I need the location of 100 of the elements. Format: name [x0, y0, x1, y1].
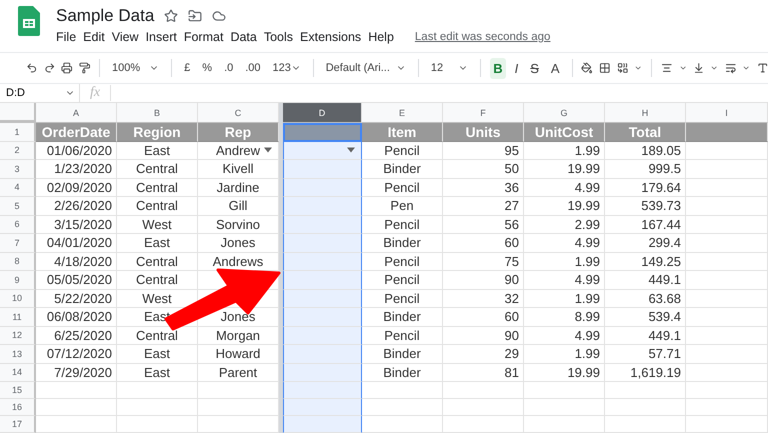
row-number[interactable]: 12: [0, 326, 36, 345]
table-cell[interactable]: 167.44: [605, 216, 686, 234]
table-cell[interactable]: [283, 382, 362, 399]
freeze-bar[interactable]: [279, 271, 283, 290]
row-number[interactable]: 5: [0, 197, 36, 216]
text-wrap-icon[interactable]: [724, 61, 736, 75]
table-cell[interactable]: [283, 290, 362, 308]
table-cell[interactable]: Binder: [362, 345, 443, 364]
table-cell[interactable]: East: [117, 234, 198, 252]
menu-item[interactable]: File: [56, 30, 82, 44]
column-header[interactable]: A: [36, 103, 117, 123]
table-cell[interactable]: Central: [117, 271, 198, 290]
borders-icon[interactable]: [598, 61, 611, 75]
table-cell[interactable]: Pencil: [362, 326, 443, 345]
table-cell[interactable]: 449.1: [605, 326, 686, 345]
number-format-dropdown[interactable]: 123: [270, 59, 304, 77]
star-icon[interactable]: [164, 9, 178, 23]
row-number[interactable]: 10: [0, 290, 36, 308]
fill-color-icon[interactable]: [581, 61, 593, 75]
table-cell[interactable]: 60: [443, 234, 524, 252]
text-color-button[interactable]: A: [548, 58, 563, 78]
table-cell[interactable]: 75: [443, 252, 524, 271]
last-edit-link[interactable]: Last edit was seconds ago: [414, 31, 550, 43]
table-cell[interactable]: Pencil: [362, 252, 443, 271]
bold-button[interactable]: B: [490, 58, 506, 78]
table-cell[interactable]: 1,619.19: [605, 364, 686, 382]
table-cell[interactable]: 3/15/2020: [36, 216, 117, 234]
table-cell[interactable]: [283, 234, 362, 252]
menu-item[interactable]: View: [112, 30, 145, 44]
table-cell[interactable]: 95: [443, 142, 524, 160]
table-cell[interactable]: [283, 252, 362, 271]
column-header[interactable]: I: [686, 103, 768, 123]
table-cell[interactable]: 1.99: [524, 345, 605, 364]
table-cell[interactable]: 32: [443, 290, 524, 308]
font-size-dropdown[interactable]: 12: [428, 59, 472, 77]
dropdown-caret-icon[interactable]: [347, 148, 355, 153]
table-cell[interactable]: 1/23/2020: [36, 160, 117, 178]
move-folder-icon[interactable]: [188, 9, 202, 23]
table-cell[interactable]: 2/26/2020: [36, 197, 117, 216]
name-box[interactable]: D:D: [0, 84, 80, 102]
header-cell[interactable]: [283, 123, 362, 142]
table-cell[interactable]: 5/22/2020: [36, 290, 117, 308]
column-header[interactable]: H: [605, 103, 686, 123]
cloud-icon[interactable]: [212, 9, 226, 23]
font-dropdown[interactable]: Default (Ari...: [322, 59, 410, 77]
column-header[interactable]: F: [443, 103, 524, 123]
table-cell[interactable]: [283, 197, 362, 216]
table-cell[interactable]: [283, 160, 362, 178]
strikethrough-button[interactable]: S: [527, 58, 542, 78]
vertical-align-icon[interactable]: [692, 61, 704, 75]
table-cell[interactable]: Pencil: [362, 178, 443, 197]
table-cell[interactable]: Central: [117, 252, 198, 271]
row-number[interactable]: 9: [0, 271, 36, 290]
row-number[interactable]: 1: [0, 123, 36, 142]
table-cell[interactable]: 299.4: [605, 234, 686, 252]
increase-decimals-button[interactable]: .00: [242, 59, 264, 77]
table-cell[interactable]: 63.68: [605, 290, 686, 308]
row-number[interactable]: 11: [0, 308, 36, 326]
table-cell[interactable]: Central: [117, 326, 198, 345]
table-cell[interactable]: [283, 178, 362, 197]
row-number[interactable]: 7: [0, 234, 36, 252]
row-number[interactable]: 4: [0, 178, 36, 197]
table-cell[interactable]: 19.99: [524, 197, 605, 216]
table-cell[interactable]: Gill: [198, 197, 279, 216]
table-cell[interactable]: [283, 216, 362, 234]
table-cell[interactable]: Pencil: [362, 142, 443, 160]
row-number[interactable]: 14: [0, 364, 36, 382]
table-cell[interactable]: Binder: [362, 234, 443, 252]
table-cell[interactable]: 1.99: [524, 252, 605, 271]
table-cell[interactable]: Jardine: [198, 178, 279, 197]
table-cell[interactable]: 19.99: [524, 364, 605, 382]
table-cell[interactable]: 29: [443, 345, 524, 364]
table-cell[interactable]: [283, 345, 362, 364]
table-cell[interactable]: 4.99: [524, 234, 605, 252]
table-cell[interactable]: 1.99: [524, 142, 605, 160]
table-cell[interactable]: 05/05/2020: [36, 271, 117, 290]
table-cell[interactable]: 6/25/2020: [36, 326, 117, 345]
table-cell[interactable]: 4/18/2020: [36, 252, 117, 271]
table-cell[interactable]: 57.71: [605, 345, 686, 364]
table-cell[interactable]: West: [117, 216, 198, 234]
document-title[interactable]: Sample Data: [56, 6, 154, 26]
table-cell[interactable]: 4.99: [524, 178, 605, 197]
table-cell[interactable]: Pencil: [362, 216, 443, 234]
table-cell[interactable]: East: [117, 345, 198, 364]
print-icon[interactable]: [61, 61, 73, 75]
column-header[interactable]: E: [362, 103, 443, 123]
paint-format-icon[interactable]: [78, 61, 90, 75]
table-cell[interactable]: 07/12/2020: [36, 345, 117, 364]
table-cell[interactable]: 4.99: [524, 271, 605, 290]
row-number[interactable]: 8: [0, 252, 36, 271]
undo-icon[interactable]: [26, 61, 38, 75]
table-cell[interactable]: West: [117, 290, 198, 308]
table-cell[interactable]: Pen: [362, 197, 443, 216]
table-cell[interactable]: 50: [443, 160, 524, 178]
table-cell[interactable]: 19.99: [524, 160, 605, 178]
table-cell[interactable]: Howard: [198, 345, 279, 364]
table-cell[interactable]: 90: [443, 326, 524, 345]
table-cell[interactable]: [283, 271, 362, 290]
table-cell[interactable]: 1.99: [524, 290, 605, 308]
table-cell[interactable]: Andrew: [198, 142, 279, 160]
